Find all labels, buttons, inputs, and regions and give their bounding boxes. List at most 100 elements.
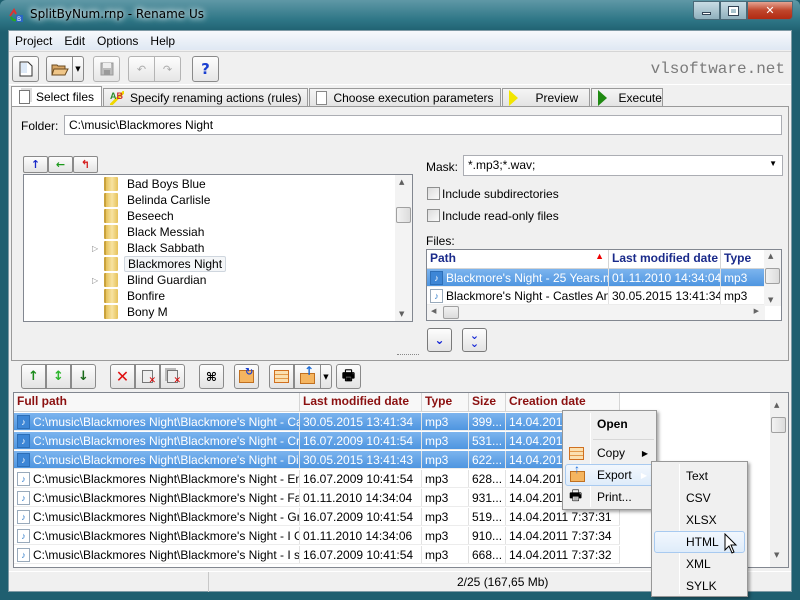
tab-preview[interactable]: Preview	[501, 88, 590, 107]
menu-edit[interactable]: Edit	[58, 34, 91, 48]
undo-button[interactable]: ↶	[128, 56, 155, 82]
menu-item-print[interactable]: 🖶 Print...	[565, 486, 654, 508]
tree-item[interactable]: Belinda Carlisle	[104, 192, 213, 208]
menu-item-export[interactable]: ↑ Export ▶	[565, 462, 654, 486]
export-csv-item[interactable]: CSV	[654, 487, 745, 509]
scroll-down-icon[interactable]: ▼	[768, 296, 773, 304]
print-button[interactable]: 🖶	[336, 364, 361, 389]
expand-triangle-icon[interactable]: ▷	[92, 276, 98, 285]
tree-item[interactable]: Blind Guardian	[104, 272, 209, 288]
splitter-handle[interactable]	[397, 354, 419, 356]
column-header-size[interactable]: Size	[469, 393, 506, 411]
export-sylk-item[interactable]: SYLK	[654, 575, 745, 597]
menu-item-open[interactable]: Open	[565, 413, 654, 435]
scroll-up-icon[interactable]: ▲	[768, 252, 773, 260]
menu-item-copy[interactable]: Copy ▶	[565, 442, 654, 464]
title-bar[interactable]: B SplitByNum.rnp - Rename Us ✕	[0, 0, 800, 30]
remove-selected-button[interactable]: ✕	[135, 364, 160, 389]
scroll-down-icon[interactable]: ▼	[399, 310, 404, 318]
export-xlsx-item[interactable]: XLSX	[654, 509, 745, 531]
add-all-button[interactable]: ⌄ ⌄	[462, 328, 487, 352]
tab-select-files[interactable]: Select files	[11, 86, 103, 107]
files-hscrollbar[interactable]: ◀ ▶	[427, 305, 765, 320]
scroll-up-icon[interactable]: ▲	[399, 178, 404, 186]
tree-item[interactable]: Black Messiah	[104, 224, 207, 240]
cell-text: 16.07.2009 10:41:54	[303, 547, 414, 562]
save-button[interactable]	[93, 56, 120, 82]
open-dropdown-button[interactable]: ▼	[72, 56, 84, 82]
expand-triangle-icon[interactable]: ▷	[92, 244, 98, 253]
files-grid[interactable]: Path ▲ Last modified date Type ♪ Blackmore…	[426, 249, 782, 321]
redo-button[interactable]: ↷	[154, 56, 181, 82]
menu-help[interactable]: Help	[144, 34, 181, 48]
copy-table-button[interactable]	[269, 364, 294, 389]
minimize-button[interactable]	[693, 1, 720, 20]
column-header-path[interactable]: Path ▲	[427, 250, 609, 268]
files-vscrollbar[interactable]: ▲ ▼	[764, 250, 781, 306]
menu-project[interactable]: Project	[9, 34, 58, 48]
export-text-item[interactable]: Text	[654, 465, 745, 487]
file-list-row[interactable]: ♪ C:\music\Blackmores Night\Blackmore's N…	[14, 451, 620, 469]
move-up-button[interactable]: ↑	[21, 364, 46, 389]
file-list-row[interactable]: ♪ C:\music\Blackmores Night\Blackmore's N…	[14, 489, 620, 507]
file-list-row[interactable]: ♪ C:\music\Blackmores Night\Blackmore's N…	[14, 432, 620, 450]
tree-back-button[interactable]: ←	[48, 156, 73, 173]
maximize-button[interactable]	[720, 1, 747, 20]
tree-item[interactable]: Bonfire	[104, 288, 168, 304]
find-button[interactable]: ⌘	[199, 364, 224, 389]
tree-item[interactable]: Bony M	[104, 304, 171, 320]
files-grid-row[interactable]: ♪ Blackmore's Night - 25 Years.mp3 01.11.…	[427, 269, 765, 287]
tab-execution-parameters[interactable]: Choose execution parameters	[309, 88, 501, 107]
new-project-button[interactable]	[12, 56, 39, 82]
file-list-row[interactable]: ♪ C:\music\Blackmores Night\Blackmore's N…	[14, 508, 620, 526]
tree-item-selected[interactable]: Blackmores Night	[104, 256, 227, 272]
help-button[interactable]: ?	[192, 56, 219, 82]
file-list-row[interactable]: ♪ C:\music\Blackmores Night\Blackmore's N…	[14, 413, 620, 431]
column-header-type[interactable]: Type	[721, 250, 765, 268]
scroll-down-icon[interactable]: ▼	[774, 551, 779, 559]
menu-options[interactable]: Options	[91, 34, 144, 48]
mask-select[interactable]: *.mp3;*.wav; ▼	[463, 155, 783, 176]
tree-item[interactable]: Black Sabbath	[104, 240, 207, 256]
export-dropdown-button[interactable]: ▼	[320, 364, 332, 389]
files-grid-row[interactable]: ♪ Blackmore's Night - Castles An... 30.05…	[427, 287, 765, 305]
tree-scrollbar[interactable]: ▲ ▼	[395, 175, 412, 321]
file-list-row[interactable]: ♪ C:\music\Blackmores Night\Blackmore's N…	[14, 470, 620, 488]
cell-text: mp3	[425, 547, 449, 562]
hscroll-thumb[interactable]	[443, 306, 459, 319]
column-header-created[interactable]: Creation date	[506, 393, 620, 411]
tree-return-button[interactable]: ↰	[73, 156, 98, 173]
scroll-right-icon[interactable]: ▶	[754, 307, 759, 315]
include-subdirectories-checkbox[interactable]	[427, 187, 440, 200]
column-header-modified[interactable]: Last modified date	[300, 393, 422, 411]
remove-button[interactable]: ✕	[110, 364, 135, 389]
scroll-left-icon[interactable]: ◀	[431, 307, 436, 315]
tree-up-button[interactable]: ↑	[23, 156, 48, 173]
tree-item[interactable]: Beseech	[104, 208, 177, 224]
file-list-vscrollbar[interactable]: ▲ ▼	[770, 393, 788, 567]
include-readonly-checkbox[interactable]	[427, 209, 440, 222]
scroll-thumb[interactable]	[771, 417, 786, 433]
refresh-button[interactable]: ↻	[234, 364, 259, 389]
export-button[interactable]: ↑	[294, 364, 321, 389]
file-list-row[interactable]: ♪ C:\music\Blackmores Night\Blackmore's N…	[14, 546, 620, 564]
column-header-modified[interactable]: Last modified date	[609, 250, 721, 268]
close-button[interactable]: ✕	[747, 1, 793, 20]
column-header-full-path[interactable]: Full path	[14, 393, 300, 411]
move-down-button[interactable]: ↓	[71, 364, 96, 389]
export-xml-item[interactable]: XML	[654, 553, 745, 575]
tab-execute[interactable]: Execute	[590, 88, 663, 107]
folder-input[interactable]: C:\music\Blackmores Night	[64, 115, 782, 135]
tree-item[interactable]: Bad Boys Blue	[104, 176, 209, 192]
folder-tree[interactable]: Bad Boys Blue Belinda Carlisle Beseech B…	[23, 174, 413, 322]
scroll-thumb[interactable]	[765, 268, 780, 284]
scroll-thumb[interactable]	[396, 207, 411, 223]
move-updown-button[interactable]: ↕	[46, 364, 71, 389]
open-project-button[interactable]	[46, 56, 73, 82]
scroll-up-icon[interactable]: ▲	[774, 401, 779, 409]
add-selected-button[interactable]: ⌄	[427, 328, 452, 352]
column-header-type[interactable]: Type	[422, 393, 469, 411]
file-list-row[interactable]: ♪ C:\music\Blackmores Night\Blackmore's N…	[14, 527, 620, 545]
remove-all-button[interactable]: ✕	[160, 364, 185, 389]
tab-renaming-rules[interactable]: AB Specify renaming actions (rules)	[103, 88, 309, 107]
